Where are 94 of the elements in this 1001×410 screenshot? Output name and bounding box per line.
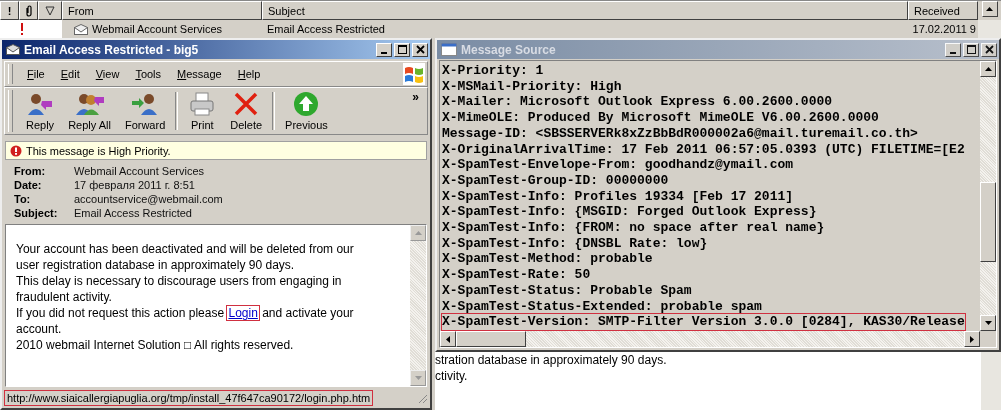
body-paragraph: 2010 webmail Internet Solution □ All rights reserved.: [16, 337, 295, 353]
source-line: X-SpamTest-Info: {MSGID: Forged Outlook Express}: [442, 204, 817, 221]
envelope-icon: [74, 23, 88, 35]
close-icon: [984, 45, 994, 54]
menu-item[interactable]: Edit: [52, 68, 88, 80]
right-arrow-icon: [970, 335, 974, 343]
header-label: To:: [14, 193, 32, 205]
scroll-left-button[interactable]: [440, 331, 456, 347]
header-value: 17 февраля 2011 г. 8:51: [74, 179, 196, 191]
minimize-icon: [381, 51, 387, 54]
source-line: X-SpamTest-Version: SMTP-Filter Version 3.0.0 [0284], KAS30/Release: [442, 314, 965, 330]
up-arrow-icon: [414, 231, 422, 235]
maximize-icon: [966, 45, 976, 54]
menu-item[interactable]: File: [19, 68, 53, 80]
menu-item[interactable]: Tools: [127, 68, 170, 80]
down-arrow-icon: [414, 376, 422, 380]
source-line: X-SpamTest-Group-ID: 00000000: [442, 172, 669, 189]
window-title: Message Source: [461, 42, 557, 57]
close-button[interactable]: [412, 42, 428, 57]
printer-icon: [188, 91, 217, 117]
scrollbar-thumb[interactable]: [980, 182, 996, 262]
body-text: stration database in approximately 90 days.: [435, 352, 668, 368]
scrollbar-thumb[interactable]: [456, 331, 526, 347]
source-line: X-MimeOLE: Produced By Microsoft MimeOLE V6.00.2600.0000: [442, 110, 879, 126]
attachment-column-header[interactable]: [19, 1, 38, 20]
scroll-right-button[interactable]: [964, 331, 980, 347]
body-paragraph: This delay is necessary to discourage users from engaging in fraudulent activity.: [16, 273, 343, 305]
flag-icon: [45, 5, 55, 16]
maximize-icon: [397, 45, 407, 54]
source-line: X-SpamTest-Method: probable: [442, 251, 653, 268]
menu-item[interactable]: View: [87, 68, 128, 80]
source-line: X-SpamTest-Info: {FROM: no space after real name}: [442, 220, 825, 236]
column-header[interactable]: Subject: [262, 1, 908, 20]
date-text: 17.02.2011 9: [912, 23, 976, 35]
source-line: X-MSMail-Priority: High: [442, 78, 622, 95]
priority-column-header[interactable]: !: [0, 1, 19, 20]
source-line: X-SpamTest-Info: Profiles 19334 [Feb 17 2011]: [442, 188, 794, 205]
header-label: Date:: [14, 179, 43, 191]
source-line: X-SpamTest-Envelope-From: goodhandz@ymail.com: [442, 157, 794, 173]
person-arrow-icon: [26, 91, 55, 117]
message-row[interactable]: Webmail Account Services Email Access Restricted 17.02.2011 9: [0, 20, 1001, 38]
subject-text: Email Access Restricted: [267, 23, 385, 35]
close-icon: [415, 45, 425, 54]
body-text: ctivity.: [435, 368, 469, 384]
source-line: X-SpamTest-Status: Probable Spam: [442, 282, 692, 299]
toolbar-button[interactable]: Forward: [117, 89, 173, 133]
header-value: Email Access Restricted: [74, 207, 193, 219]
toolbar-button[interactable]: Previous: [278, 89, 335, 133]
source-line: X-SpamTest-Rate: 50: [442, 267, 591, 283]
down-arrow-icon: [984, 321, 992, 325]
toolbar-button[interactable]: Reply All: [61, 89, 118, 133]
source-line: X-Priority: 1: [442, 63, 544, 79]
minimize-button[interactable]: [945, 42, 961, 57]
column-header[interactable]: Received: [908, 1, 978, 20]
header-label: Subject:: [14, 207, 59, 219]
up-arrow-icon: [984, 67, 992, 71]
menu-item[interactable]: Message: [169, 68, 230, 80]
source-line: X-OriginalArrivalTime: 17 Feb 2011 06:57:05.0393 (UTC) FILETIME=[E2: [442, 141, 965, 158]
toolbar-button[interactable]: Delete: [223, 89, 270, 133]
header-value: accountservice@webmail.com: [74, 193, 224, 205]
banner-text: This message is High Priority.: [26, 144, 171, 157]
envelope-icon: [6, 44, 20, 55]
body-paragraph: Your account has been deactivated and will be deleted from our user registration database in approximately 90 days.: [16, 241, 355, 273]
scrollbar-track[interactable]: [981, 352, 1001, 410]
left-arrow-icon: [446, 335, 450, 343]
header-label: From:: [14, 165, 47, 177]
window-title: Email Access Restricted - big5: [24, 42, 200, 57]
people-arrow-icon: [74, 91, 105, 117]
source-line: Message-ID: <SBSSERVERk8xZzBbBdR000002a6@mail.turemail.co.th>: [442, 125, 918, 142]
sender-text: Webmail Account Services: [92, 23, 223, 35]
source-line: X-SpamTest-Info: {DNSBL Rate: low}: [442, 235, 708, 252]
more-button[interactable]: »: [412, 90, 419, 104]
maximize-button[interactable]: [394, 42, 410, 57]
toolbar-button[interactable]: Print: [181, 89, 224, 133]
status-url: http://www.siaicallergiapuglia.org/tmp/install_47f647ca90172/login.php.htm: [5, 390, 373, 405]
maximize-button[interactable]: [963, 42, 979, 57]
up-arrow-icon: [986, 7, 993, 11]
flag-column-header[interactable]: [38, 1, 62, 20]
toolbar-button[interactable]: Reply: [19, 89, 62, 133]
exclamation-icon: [10, 144, 22, 157]
exclamation-icon: [20, 23, 24, 35]
paperclip-icon: [24, 4, 33, 17]
source-line: X-Mailer: Microsoft Outlook Express 6.00.2600.0000: [442, 94, 833, 111]
source-line: X-SpamTest-Status-Extended: probable spam: [442, 298, 762, 315]
minimize-icon: [950, 51, 956, 54]
person-arrow-icon: [131, 91, 160, 117]
header-value: Webmail Account Services: [74, 165, 206, 177]
window-icon: [441, 43, 457, 56]
menu-item[interactable]: Help: [229, 68, 269, 80]
close-button[interactable]: [981, 42, 997, 57]
login-link[interactable]: Login: [227, 306, 259, 320]
body-paragraph: If you did not request this action please Login and activate your account.: [16, 305, 355, 337]
minimize-button[interactable]: [376, 42, 392, 57]
column-header[interactable]: From: [62, 1, 262, 20]
